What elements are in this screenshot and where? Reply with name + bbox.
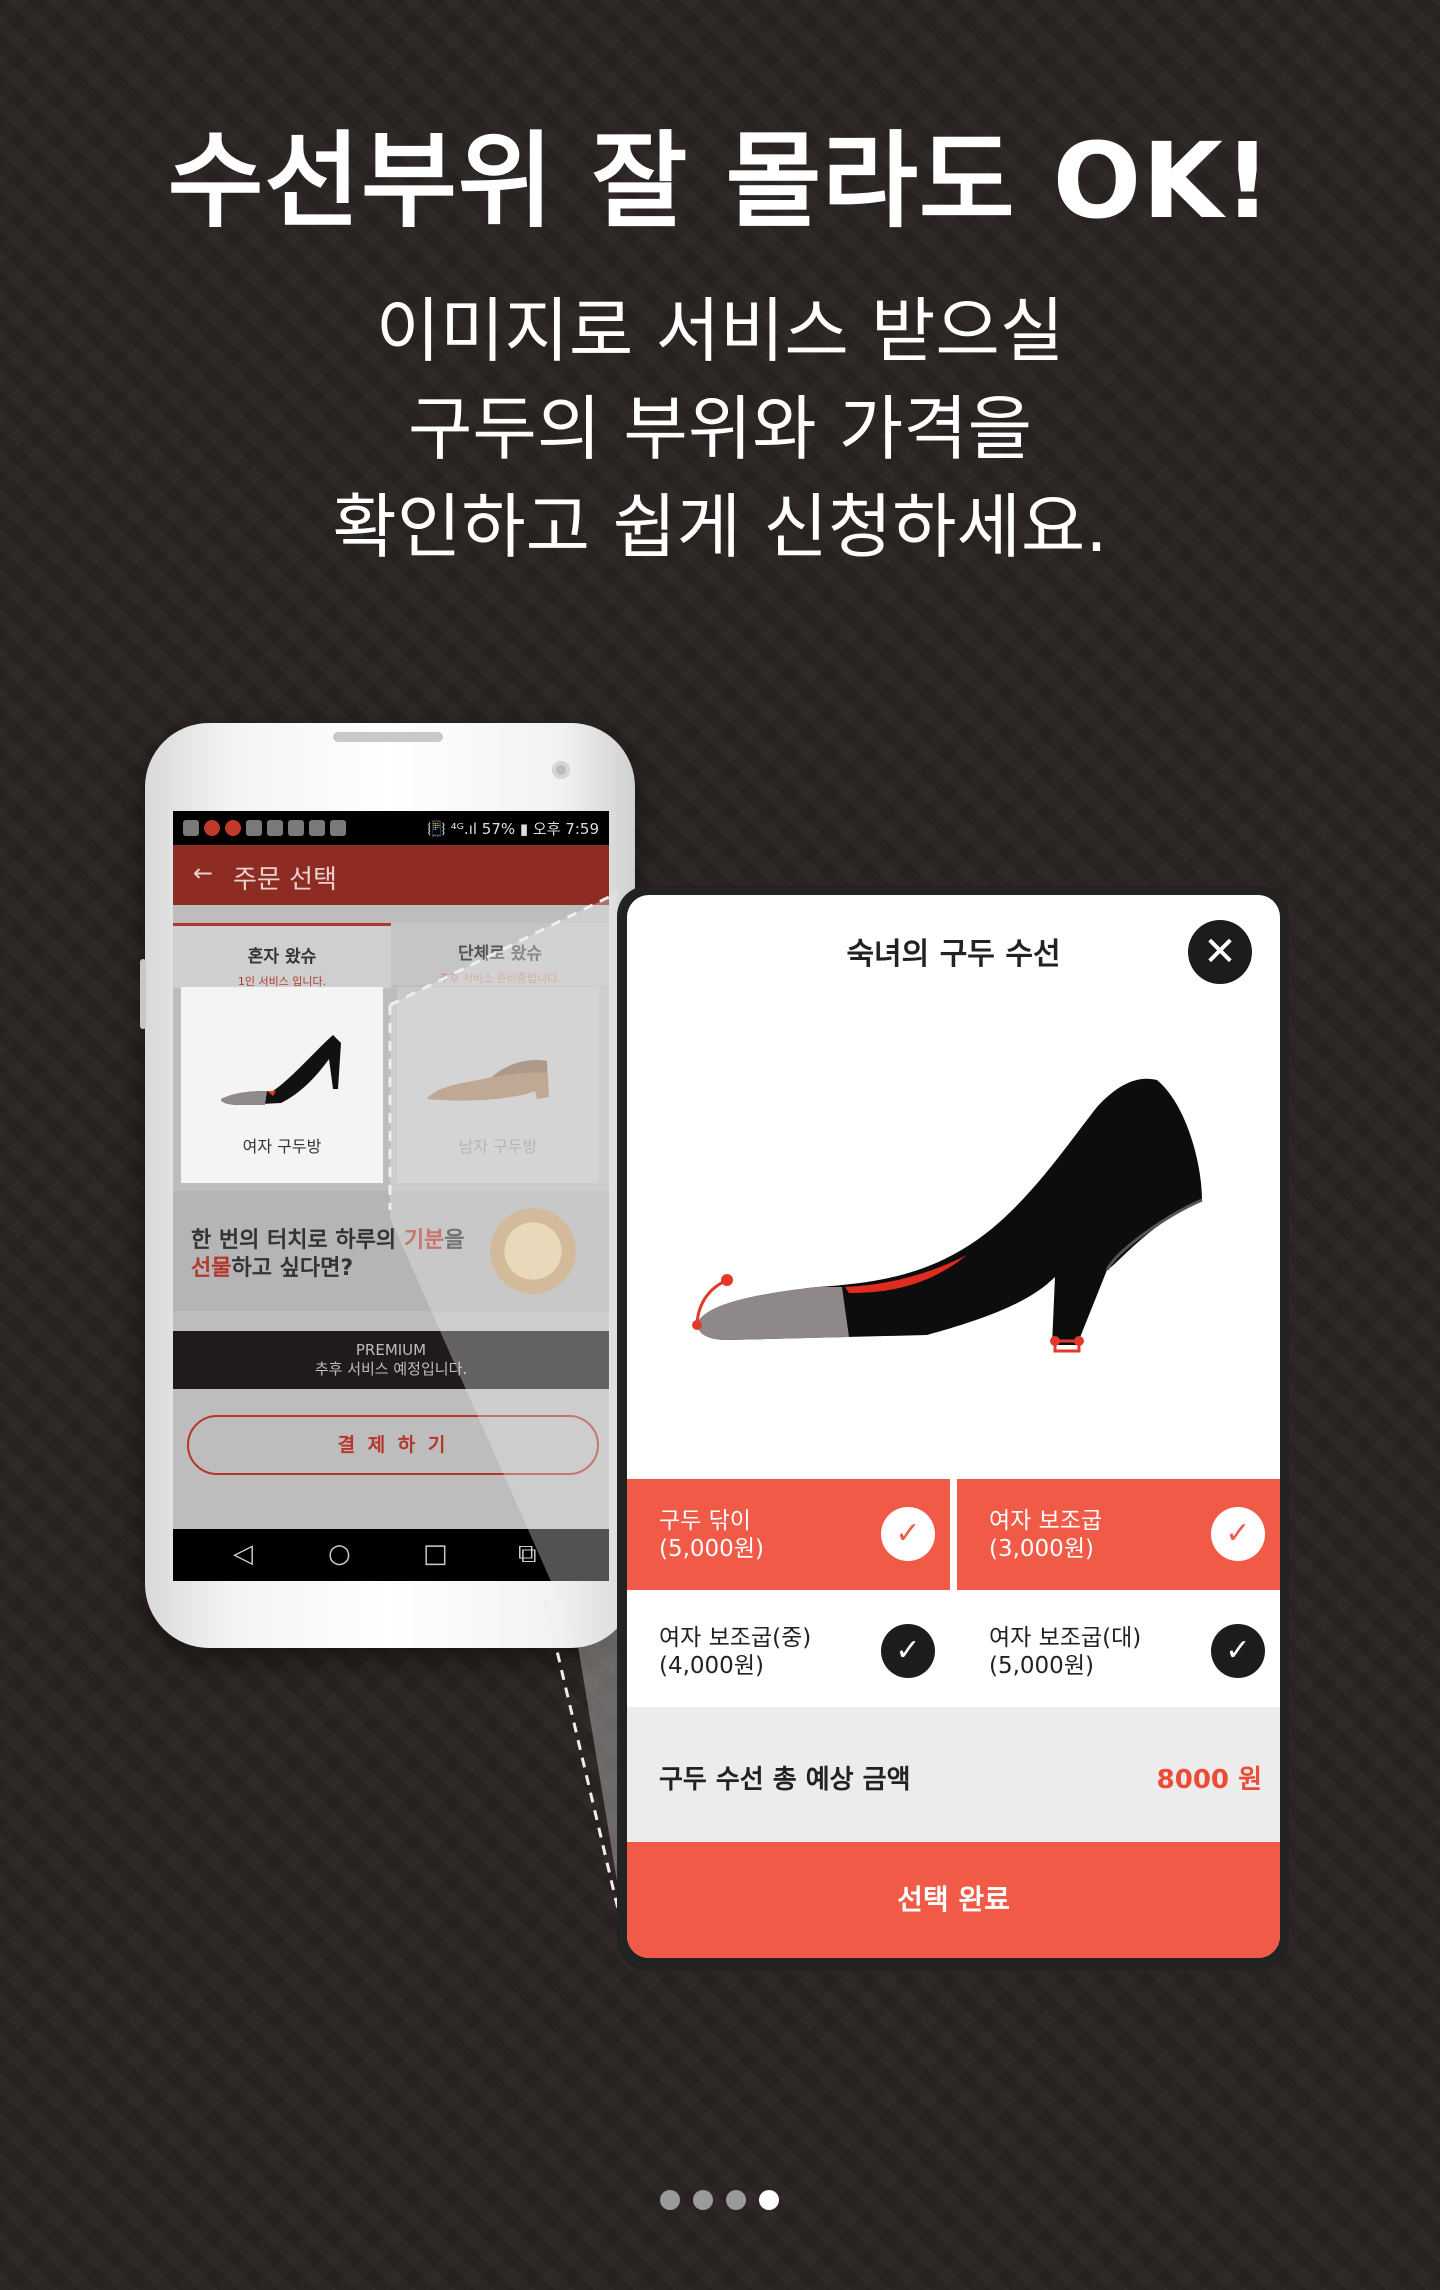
record-icon [204, 820, 220, 836]
card-men-label: 남자 구두방 [458, 1137, 538, 1156]
banner-text-part: 하고 싶다면? [231, 1256, 354, 1281]
subtext-line-2: 구두의 부위와 가격을 [407, 388, 1033, 470]
page-dot-1[interactable] [660, 2190, 680, 2210]
gallery-icon [246, 820, 262, 836]
recent-apps-icon[interactable]: □ [423, 1539, 448, 1569]
screenshot-icon[interactable]: ⧉ [518, 1539, 537, 1570]
back-nav-icon[interactable]: ◁ [233, 1539, 253, 1569]
repair-modal-content: 숙녀의 구두 수선 ✕ 구두 닦이 (5,000원) ✓ 여자 보조굽 (3,000… [627, 895, 1280, 1958]
card-women-shoes[interactable]: 여자 구두방 [181, 987, 383, 1183]
option-women-heel-tip[interactable]: 여자 보조굽 (3,000원) ✓ [957, 1479, 1280, 1590]
home-nav-icon[interactable]: ○ [328, 1539, 351, 1569]
total-price-row: 구두 수선 총 예상 금액 8000 원 [627, 1707, 1280, 1842]
banner-highlight: 기분 [403, 1228, 445, 1253]
banner-text-part: 한 번의 터치로 하루의 [191, 1228, 404, 1253]
tab-group-subtitle: 추후 서비스 준비중입니다. [439, 972, 561, 985]
subtext: 이미지로 서비스 받으실 구두의 부위와 가격을 확인하고 쉽게 신청하세요. [0, 282, 1440, 576]
check-icon: ✓ [1211, 1507, 1265, 1561]
card-men-shoes[interactable]: 남자 구두방 [397, 987, 599, 1183]
phone-mockup: 📳 ⁴ᴳ.ıl 57% ▮ 오후 7:59 ← 주문 선택 혼자 왔슈 1인 서… [140, 723, 635, 1648]
check-icon: ✓ [881, 1507, 935, 1561]
card-women-label: 여자 구두방 [242, 1137, 322, 1156]
android-nav-bar: ◁ ○ □ ⧉ [173, 1529, 609, 1581]
total-value: 8000 원 [1156, 1765, 1262, 1795]
shop-cards: 여자 구두방 남자 구두방 [173, 987, 609, 1183]
promo-banner[interactable]: 한 번의 터치로 하루의 기분을 선물하고 싶다면? [173, 1191, 609, 1311]
status-bar: 📳 ⁴ᴳ.ıl 57% ▮ 오후 7:59 [173, 811, 609, 845]
banner-highlight: 선물 [191, 1256, 232, 1281]
banner-text: 한 번의 터치로 하루의 기분을 선물하고 싶다면? [191, 1227, 465, 1283]
option-women-heel-tip-large[interactable]: 여자 보조굽(대) (5,000원) ✓ [957, 1596, 1280, 1707]
premium-subtitle: 추후 서비스 예정입니다. [314, 1360, 468, 1378]
tab-solo-title: 혼자 왔슈 [247, 947, 317, 967]
check-icon: ✓ [881, 1624, 935, 1678]
premium-title: PREMIUM [355, 1341, 427, 1359]
option-women-heel-tip-medium[interactable]: 여자 보조굽(중) (4,000원) ✓ [627, 1596, 950, 1707]
status-right: 📳 ⁴ᴳ.ıl 57% ▮ 오후 7:59 [427, 820, 599, 838]
modal-title: 숙녀의 구두 수선 [846, 937, 1061, 972]
high-heel-shoe-icon [692, 1078, 1203, 1353]
repair-options: 구두 닦이 (5,000원) ✓ 여자 보조굽 (3,000원) ✓ 여자 보조굽(… [627, 1479, 1280, 1707]
option-name: 여자 보조굽(대) [989, 1625, 1142, 1651]
page-dot-4-active[interactable] [759, 2190, 779, 2210]
pay-button[interactable]: 결 제 하 기 [187, 1415, 599, 1475]
total-label: 구두 수선 총 예상 금액 [659, 1765, 911, 1795]
tab-solo[interactable]: 혼자 왔슈 1인 서비스 입니다. [173, 923, 391, 988]
page-dot-2[interactable] [693, 2190, 713, 2210]
option-price: (5,000원) [659, 1536, 764, 1562]
repair-modal: 숙녀의 구두 수선 ✕ 구두 닦이 (5,000원) ✓ 여자 보조굽 (3,000… [617, 886, 1289, 1970]
message-icon [183, 820, 199, 836]
phone-speaker [333, 732, 443, 742]
option-name: 여자 보조굽(중) [659, 1625, 812, 1651]
banner-text-part: 을 [444, 1228, 465, 1253]
app-icon [309, 820, 325, 836]
app-icon [225, 820, 241, 836]
phone-camera [552, 761, 570, 779]
close-icon[interactable]: ✕ [1188, 920, 1252, 984]
subtext-line-1: 이미지로 서비스 받으실 [375, 290, 1065, 372]
option-name: 여자 보조굽 [989, 1508, 1103, 1534]
subtext-line-3: 확인하고 쉽게 신청하세요. [332, 486, 1108, 568]
option-text: 여자 보조굽(대) (5,000원) [989, 1624, 1141, 1680]
option-shoe-shine[interactable]: 구두 닦이 (5,000원) ✓ [627, 1479, 950, 1590]
app-bar-title: 주문 선택 [233, 865, 337, 895]
option-text: 구두 닦이 (5,000원) [659, 1507, 764, 1563]
headset-icon [330, 820, 346, 836]
confirm-selection-button[interactable]: 선택 완료 [627, 1842, 1280, 1958]
mascot-illustration [483, 1201, 583, 1301]
arrow-left-icon[interactable]: ← [193, 859, 213, 887]
check-icon: ✓ [1211, 1624, 1265, 1678]
tab-group[interactable]: 단체로 왔슈 추후 서비스 준비중입니다. [391, 923, 609, 985]
order-tabs: 혼자 왔슈 1인 서비스 입니다. 단체로 왔슈 추후 서비스 준비중입니다. [173, 923, 609, 988]
phone-screen: 📳 ⁴ᴳ.ıl 57% ▮ 오후 7:59 ← 주문 선택 혼자 왔슈 1인 서… [173, 811, 609, 1581]
notification-icons [183, 820, 346, 836]
option-price: (3,000원) [989, 1536, 1094, 1562]
app-bar: ← 주문 선택 [173, 845, 609, 905]
tab-group-title: 단체로 왔슈 [457, 944, 543, 964]
app-icon [288, 820, 304, 836]
phone-side-button [140, 959, 146, 1029]
premium-section: PREMIUM 추후 서비스 예정입니다. [173, 1331, 609, 1389]
option-price: (5,000원) [989, 1653, 1094, 1679]
headline: 수선부위 잘 몰라도 OK! [167, 120, 1273, 242]
option-price: (4,000원) [659, 1653, 764, 1679]
chat-icon [267, 820, 283, 836]
option-text: 여자 보조굽 (3,000원) [989, 1507, 1102, 1563]
page-dot-3[interactable] [726, 2190, 746, 2210]
option-text: 여자 보조굽(중) (4,000원) [659, 1624, 811, 1680]
option-name: 구두 닦이 [659, 1508, 751, 1534]
pagination-dots [660, 2190, 779, 2210]
